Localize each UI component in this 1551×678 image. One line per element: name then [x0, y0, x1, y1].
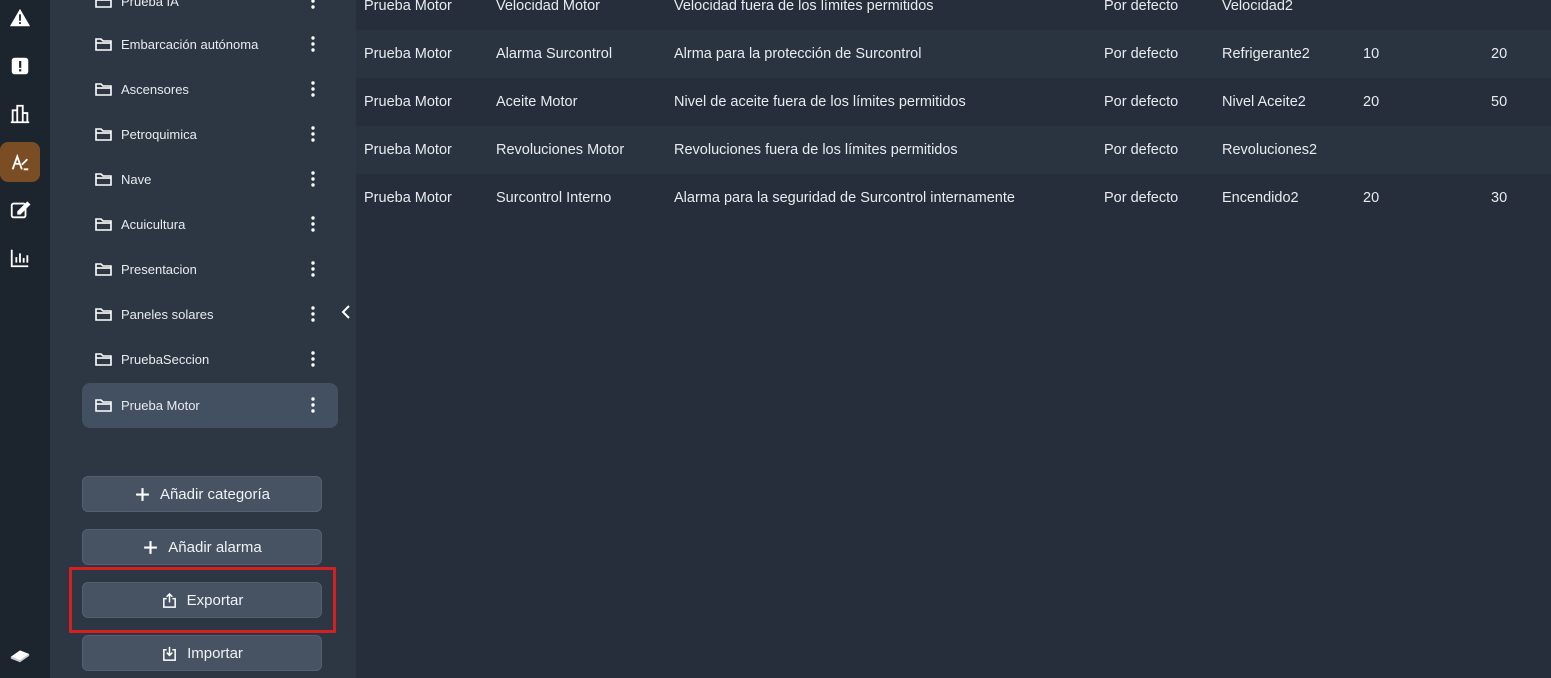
table-cell: 50: [1491, 94, 1508, 110]
table-cell: Alrma para la protección de Surcontrol: [674, 46, 922, 62]
category-item[interactable]: Prueba IA: [82, 0, 338, 24]
more-options-icon[interactable]: [304, 259, 322, 279]
nav-rail: [0, 0, 50, 678]
category-label: Petroquimica: [121, 127, 197, 142]
table-cell: Por defecto: [1104, 0, 1179, 14]
table-cell: 10: [1363, 46, 1380, 62]
table-cell: Encendido2: [1222, 190, 1299, 206]
category-label: Paneles solares: [121, 307, 214, 322]
category-item[interactable]: Presentacion: [82, 247, 338, 292]
table-cell: 30: [1491, 190, 1508, 206]
table-row[interactable]: Prueba Motor Revoluciones Motor Revoluci…: [356, 126, 1551, 174]
table-cell: Aceite Motor: [496, 94, 578, 110]
category-sidebar: Prueba IA Embarcación autónoma Ascensore…: [50, 0, 356, 678]
category-label: Embarcación autónoma: [121, 37, 259, 52]
category-label: PruebaSeccion: [121, 352, 210, 367]
folder-icon: [95, 173, 112, 186]
table-cell: Revoluciones fuera de los límites permit…: [674, 142, 958, 158]
category-label: Acuicultura: [121, 217, 186, 232]
more-options-icon[interactable]: [304, 214, 322, 234]
add-category-button[interactable]: Añadir categoría: [82, 476, 322, 512]
table-cell: Refrigerante2: [1222, 46, 1310, 62]
folder-icon: [95, 263, 112, 276]
alarms-table: Prueba Motor Velocidad Motor Velocidad f…: [356, 0, 1551, 678]
category-label: Prueba Motor: [121, 398, 200, 413]
table-cell: Prueba Motor: [364, 142, 452, 158]
table-cell: Nivel de aceite fuera de los límites per…: [674, 94, 966, 110]
table-cell: Prueba Motor: [364, 190, 452, 206]
folder-icon: [95, 308, 112, 321]
table-cell: Surcontrol Interno: [496, 190, 612, 206]
folder-icon: [95, 353, 112, 366]
export-button[interactable]: Exportar: [82, 582, 322, 618]
export-label: Exportar: [186, 591, 244, 609]
category-item[interactable]: Petroquimica: [82, 112, 338, 157]
table-cell: Por defecto: [1104, 94, 1179, 110]
table-cell: Prueba Motor: [364, 0, 452, 14]
table-cell: Por defecto: [1104, 190, 1179, 206]
category-label: Nave: [121, 172, 152, 187]
folder-icon: [95, 38, 112, 51]
table-cell: Velocidad Motor: [496, 0, 600, 14]
add-alarm-button[interactable]: Añadir alarma: [82, 529, 322, 565]
plus-icon: [136, 487, 149, 501]
alarm-editor-icon[interactable]: [0, 142, 40, 182]
more-options-icon[interactable]: [304, 34, 322, 54]
folder-icon: [95, 0, 112, 8]
alert-box-icon[interactable]: [0, 46, 40, 86]
category-label: Presentacion: [121, 262, 197, 277]
more-options-icon[interactable]: [304, 395, 322, 415]
table-cell: Velocidad fuera de los límites permitido…: [674, 0, 934, 14]
table-row[interactable]: Prueba Motor Surcontrol Interno Alarma p…: [356, 174, 1551, 222]
table-cell: Alarma Surcontrol: [496, 46, 613, 62]
edit-icon[interactable]: [0, 190, 40, 230]
category-item-selected[interactable]: Prueba Motor: [82, 383, 338, 428]
table-cell: Nivel Aceite2: [1222, 94, 1306, 110]
folder-icon: [95, 399, 112, 412]
category-item[interactable]: PruebaSeccion: [82, 337, 338, 382]
folder-icon: [95, 83, 112, 96]
table-row[interactable]: Prueba Motor Velocidad Motor Velocidad f…: [356, 0, 1551, 30]
bar-chart-icon[interactable]: [0, 238, 40, 278]
plus-icon: [144, 540, 158, 554]
category-item[interactable]: Embarcación autónoma: [82, 22, 338, 67]
more-options-icon[interactable]: [304, 0, 322, 11]
table-row[interactable]: Prueba Motor Alarma Surcontrol Alrma par…: [356, 30, 1551, 78]
import-label: Importar: [187, 644, 243, 662]
table-cell: Por defecto: [1104, 46, 1179, 62]
folder-icon: [95, 128, 112, 141]
category-item[interactable]: Nave: [82, 157, 338, 202]
more-options-icon[interactable]: [304, 79, 322, 99]
table-cell: Prueba Motor: [364, 94, 452, 110]
eraser-icon[interactable]: [0, 634, 40, 674]
folder-icon: [95, 218, 112, 231]
category-item[interactable]: Ascensores: [82, 67, 338, 112]
category-label: Prueba IA: [121, 0, 179, 9]
upload-icon: [162, 592, 176, 608]
table-cell: 20: [1363, 94, 1380, 110]
more-options-icon[interactable]: [304, 349, 322, 369]
table-cell: 20: [1363, 190, 1380, 206]
category-label: Ascensores: [121, 82, 189, 97]
category-item[interactable]: Paneles solares: [82, 292, 338, 337]
download-icon: [163, 646, 176, 661]
table-cell: Prueba Motor: [364, 46, 452, 62]
category-item[interactable]: Acuicultura: [82, 202, 338, 247]
table-cell: Alarma para la seguridad de Surcontrol i…: [674, 190, 1015, 206]
import-button[interactable]: Importar: [82, 635, 322, 671]
table-cell: Velocidad2: [1222, 0, 1293, 14]
table-row[interactable]: Prueba Motor Aceite Motor Nivel de aceit…: [356, 78, 1551, 126]
more-options-icon[interactable]: [304, 169, 322, 189]
building-icon[interactable]: [0, 94, 40, 134]
add-category-label: Añadir categoría: [159, 485, 271, 503]
warning-icon[interactable]: [0, 0, 40, 38]
table-cell: Revoluciones2: [1222, 142, 1318, 158]
more-options-icon[interactable]: [304, 304, 322, 324]
more-options-icon[interactable]: [304, 124, 322, 144]
table-cell: 20: [1491, 46, 1508, 62]
table-cell: Por defecto: [1104, 142, 1179, 158]
table-cell: Revoluciones Motor: [496, 142, 625, 158]
add-alarm-label: Añadir alarma: [168, 538, 262, 556]
collapse-sidebar-icon[interactable]: [337, 302, 355, 322]
